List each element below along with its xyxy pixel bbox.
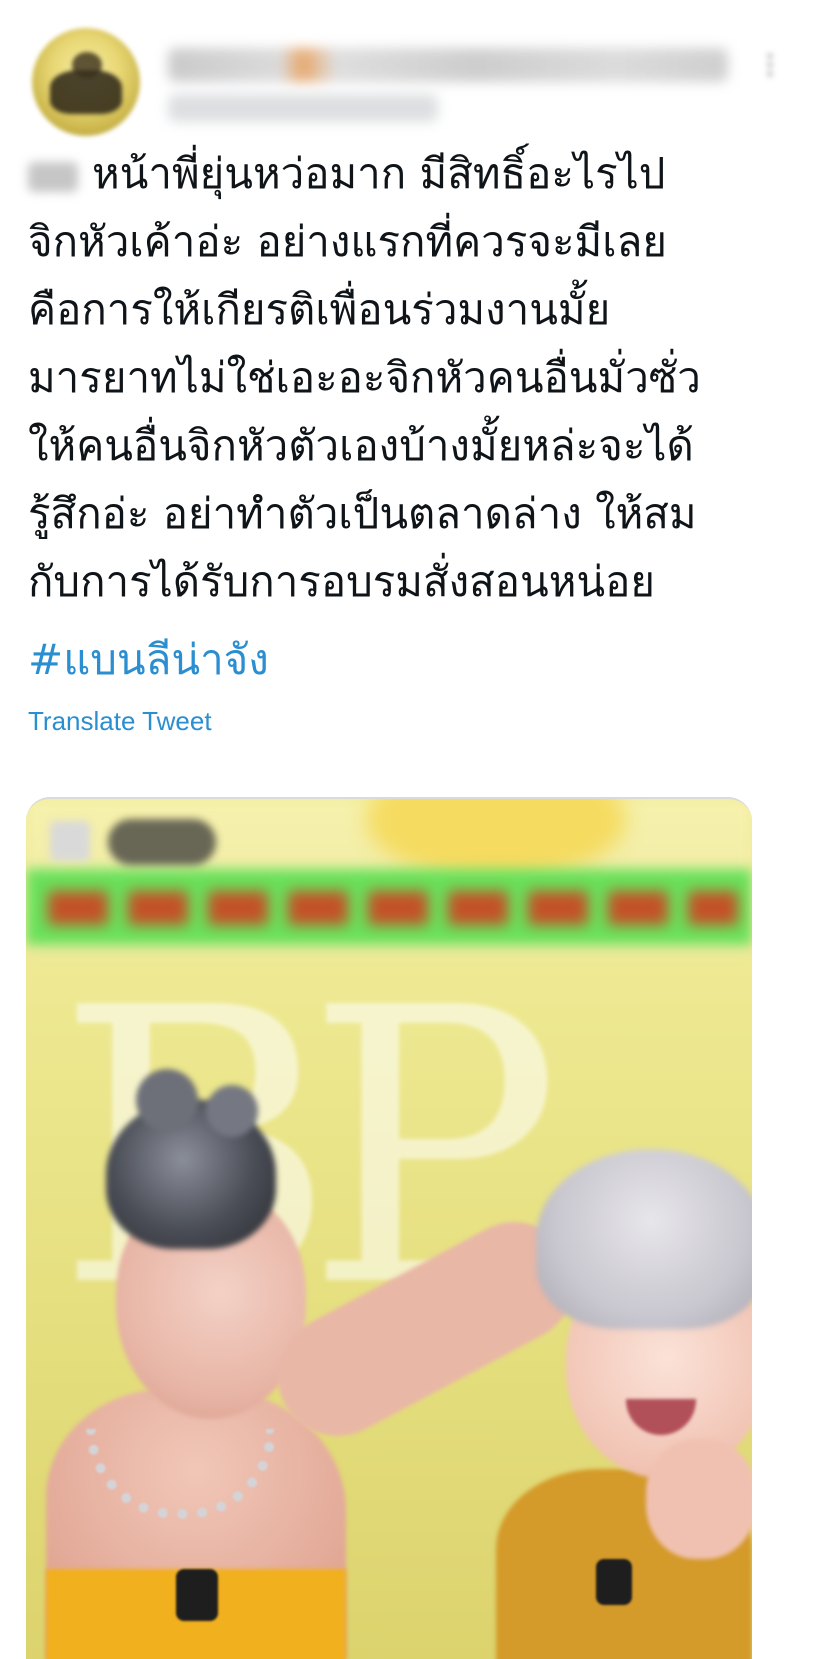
translate-tweet-link[interactable]: Translate Tweet (28, 703, 212, 739)
person-left-hair-bun-2 (206, 1085, 258, 1137)
tweet-text-line-7: กับการได้รับการอบรมสั่งสอนหน่อย (28, 557, 655, 606)
tweet: หน้าพี่ยุ่นหว่อมาก มีสิทธิ์อะไรไป จิกหัว… (0, 0, 818, 1659)
tweet-text-line-6: รู้สึกอ่ะ อย่าทำตัวเป็นตลาดล่าง ให้สม (28, 489, 697, 538)
tweet-text-line-5: ให้คนอื่นจิกหัวตัวเองบ้างมั้ยหล่ะจะได้ (28, 421, 694, 470)
tweet-text: หน้าพี่ยุ่นหว่อมาก มีสิทธิ์อะไรไป จิกหัว… (28, 140, 798, 616)
tweet-text-line-2: จิกหัวเค้าอ่ะ อย่างแรกที่ควรจะมีเลย (28, 217, 667, 266)
avatar-image-shape-top (72, 52, 102, 78)
person-right-hair (536, 1149, 752, 1329)
more-icon[interactable] (760, 50, 780, 90)
tweet-text-line-1-content: หน้าพี่ยุ่นหว่อมาก มีสิทธิ์อะไรไป (92, 149, 666, 198)
tweet-text-line-1: หน้าพี่ยุ่นหว่อมาก มีสิทธิ์อะไรไป (28, 140, 798, 208)
tweet-text-line-3: คือการให้เกียรติเพื่อนร่วมงานมั้ย (28, 285, 611, 334)
tweet-header (28, 28, 790, 140)
media-promo-banner-text-blurred (48, 891, 738, 925)
handle-redacted[interactable] (168, 94, 438, 122)
person-right-hand (646, 1439, 752, 1559)
video-duration-badge (108, 819, 216, 865)
person-left-microphone (176, 1569, 218, 1621)
media-logo-blurred (50, 821, 90, 861)
tweet-text-line-4: มารยาทไม่ใช่เอะอะจิกหัวคนอื่นมั่วซั่ว (28, 353, 701, 402)
person-left-hair-bun-1 (136, 1069, 198, 1131)
tweet-media-video[interactable]: BP (26, 797, 752, 1659)
avatar[interactable] (32, 28, 140, 136)
media-person-right (496, 1149, 752, 1659)
mention-redacted[interactable] (28, 162, 78, 192)
person-right-microphone (596, 1559, 632, 1605)
hashtag-link[interactable]: #แบนลีน่าจัง (28, 630, 269, 690)
display-name-redacted[interactable] (168, 48, 728, 82)
